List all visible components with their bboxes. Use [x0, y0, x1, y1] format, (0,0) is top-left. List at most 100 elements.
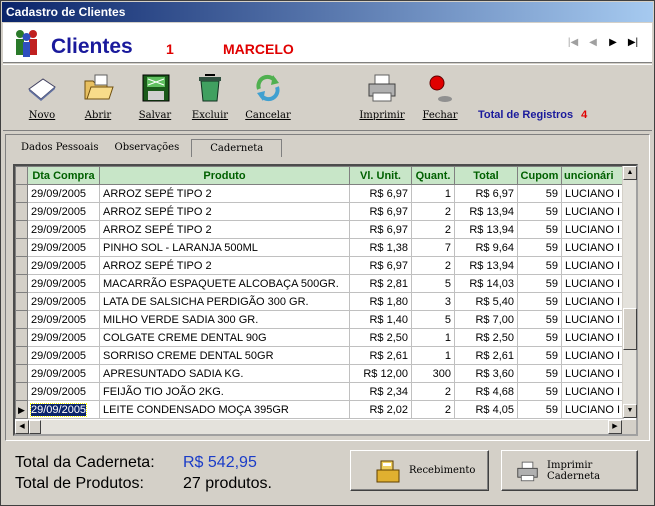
grid-cell[interactable]: LUCIANO I [560, 310, 625, 329]
grid-cell[interactable]: 29/09/2005 [27, 400, 100, 419]
grid-cell[interactable]: 29/09/2005 [27, 184, 100, 203]
row-indicator[interactable] [15, 292, 28, 311]
grid-cell[interactable]: 1 [411, 346, 455, 365]
table-row[interactable]: 29/09/2005 ARROZ SEPÉ TIPO 2 R$ 6,97 2 R$ 13… [15, 256, 625, 275]
grid-cell[interactable]: R$ 2,34 [349, 382, 412, 401]
grid-cell[interactable]: 59 [517, 274, 562, 293]
grid-cell[interactable]: R$ 3,60 [454, 364, 518, 383]
print-button[interactable]: Imprimir [359, 71, 405, 129]
scroll-up-arrow-icon[interactable]: ▲ [623, 166, 637, 180]
row-indicator[interactable] [15, 184, 28, 203]
grid-cell[interactable]: R$ 6,97 [454, 184, 518, 203]
column-header[interactable]: Cupom [517, 166, 562, 185]
table-row[interactable]: 29/09/2005 SORRISO CREME DENTAL 50GR R$ 2,… [15, 346, 625, 365]
grid-cell[interactable]: R$ 1,38 [349, 238, 412, 257]
grid-cell[interactable]: 59 [517, 382, 562, 401]
grid-cell[interactable]: APRESUNTADO SADIA KG. [99, 364, 350, 383]
grid-cell[interactable]: 29/09/2005 [27, 238, 100, 257]
grid-cell[interactable]: 3 [411, 292, 455, 311]
grid-cell[interactable]: 59 [517, 310, 562, 329]
grid-cell[interactable]: 2 [411, 256, 455, 275]
grid-cell[interactable]: R$ 4,05 [454, 400, 518, 419]
grid-cell[interactable]: R$ 13,94 [454, 256, 518, 275]
grid-cell[interactable]: LUCIANO I [560, 220, 625, 239]
grid-cell[interactable]: R$ 6,97 [349, 184, 412, 203]
vertical-scroll-thumb[interactable] [623, 308, 637, 350]
grid-cell[interactable]: LUCIANO I [560, 256, 625, 275]
grid-cell[interactable]: R$ 6,97 [349, 256, 412, 275]
table-row[interactable]: 29/09/2005 ARROZ SEPÉ TIPO 2 R$ 6,97 2 R$ 13… [15, 220, 625, 239]
table-row[interactable]: 29/09/2005 PINHO SOL - LARANJA 500ML R$ 1,… [15, 238, 625, 257]
row-indicator[interactable] [15, 238, 28, 257]
grid-cell[interactable]: FEIJÃO TIO JOÃO 2KG. [99, 382, 350, 401]
grid-cell[interactable]: R$ 13,94 [454, 220, 518, 239]
save-button[interactable]: Salvar [132, 71, 178, 129]
next-record-button[interactable]: ▶ [603, 34, 623, 52]
grid-cell[interactable]: R$ 1,80 [349, 292, 412, 311]
grid-cell[interactable]: ARROZ SEPÉ TIPO 2 [99, 220, 350, 239]
grid-cell[interactable]: 2 [411, 382, 455, 401]
grid-cell[interactable]: 29/09/2005 [27, 364, 100, 383]
grid-cell[interactable]: R$ 2,02 [349, 400, 412, 419]
row-indicator[interactable] [15, 382, 28, 401]
horizontal-scroll-thumb[interactable] [29, 420, 41, 434]
grid-cell[interactable]: LUCIANO I [560, 382, 625, 401]
grid-cell[interactable]: LUCIANO I [560, 292, 625, 311]
grid-cell[interactable]: 59 [517, 202, 562, 221]
grid-cell[interactable]: LUCIANO I [560, 202, 625, 221]
grid-cell[interactable]: 1 [411, 328, 455, 347]
grid-cell[interactable]: ARROZ SEPÉ TIPO 2 [99, 184, 350, 203]
previous-record-button[interactable]: ◀ [583, 34, 603, 52]
table-row[interactable]: 29/09/2005 MILHO VERDE SADIA 300 GR. R$ 1,… [15, 310, 625, 329]
grid-cell[interactable]: LUCIANO I [560, 400, 625, 419]
column-header[interactable]: Dta Compra [27, 166, 100, 185]
grid-cell[interactable]: 59 [517, 292, 562, 311]
first-record-button[interactable]: |◀ [563, 34, 583, 52]
grid-cell[interactable]: R$ 12,00 [349, 364, 412, 383]
grid-cell[interactable]: R$ 4,68 [454, 382, 518, 401]
grid-cell[interactable]: LUCIANO I [560, 346, 625, 365]
grid-cell[interactable]: R$ 2,61 [349, 346, 412, 365]
grid-cell[interactable]: 29/09/2005 [27, 220, 100, 239]
row-indicator[interactable] [15, 256, 28, 275]
tab-caderneta[interactable]: Caderneta [191, 139, 283, 157]
grid-cell[interactable]: 5 [411, 310, 455, 329]
grid-cell[interactable]: 2 [411, 220, 455, 239]
grid-cell[interactable]: 59 [517, 328, 562, 347]
caderneta-grid[interactable]: Dta Compra Produto Vl. Unit. Quant. Tota… [13, 164, 638, 436]
row-indicator[interactable] [15, 202, 28, 221]
grid-cell[interactable]: 29/09/2005 [27, 292, 100, 311]
grid-cell[interactable]: SORRISO CREME DENTAL 50GR [99, 346, 350, 365]
grid-cell[interactable]: MACARRÃO ESPAQUETE ALCOBAÇA 500GR. [99, 274, 350, 293]
grid-cell[interactable]: 59 [517, 364, 562, 383]
grid-cell[interactable]: R$ 2,50 [454, 328, 518, 347]
table-row[interactable]: 29/09/2005 ARROZ SEPÉ TIPO 2 R$ 6,97 1 R$ 6,… [15, 184, 625, 203]
grid-cell[interactable]: ARROZ SEPÉ TIPO 2 [99, 202, 350, 221]
grid-cell[interactable]: 59 [517, 256, 562, 275]
grid-cell[interactable]: ARROZ SEPÉ TIPO 2 [99, 256, 350, 275]
grid-cell[interactable]: LEITE CONDENSADO MOÇA 395GR [99, 400, 350, 419]
new-button[interactable]: Novo [19, 71, 65, 129]
column-header[interactable]: Vl. Unit. [349, 166, 412, 185]
grid-cell[interactable]: 59 [517, 184, 562, 203]
column-header[interactable]: uncionári [560, 166, 625, 185]
grid-cell[interactable]: LUCIANO I [560, 274, 625, 293]
grid-cell[interactable]: 29/09/2005 [27, 274, 100, 293]
scroll-down-arrow-icon[interactable]: ▼ [623, 404, 637, 418]
row-indicator[interactable] [15, 274, 28, 293]
last-record-button[interactable]: ▶| [623, 34, 643, 52]
grid-cell[interactable]: R$ 1,40 [349, 310, 412, 329]
table-row[interactable]: ▶ 29/09/2005 LEITE CONDENSADO MOÇA 395GR R$… [15, 400, 625, 419]
row-indicator[interactable] [15, 364, 28, 383]
grid-cell[interactable]: 1 [411, 184, 455, 203]
tab-dados-pessoais[interactable]: Dados Pessoais [13, 139, 107, 157]
receive-button[interactable]: Recebimento [350, 450, 489, 491]
delete-button[interactable]: Excluir [187, 71, 233, 129]
table-row[interactable]: 29/09/2005 APRESUNTADO SADIA KG. R$ 12,00 3… [15, 364, 625, 383]
row-indicator[interactable] [15, 310, 28, 329]
grid-cell[interactable]: 29/09/2005 [27, 382, 100, 401]
table-row[interactable]: 29/09/2005 LATA DE SALSICHA PERDIGÃO 300 … [15, 292, 625, 311]
grid-cell[interactable]: 29/09/2005 [27, 328, 100, 347]
horizontal-scrollbar[interactable]: ◀ ▶ [15, 420, 622, 434]
grid-cell[interactable]: MILHO VERDE SADIA 300 GR. [99, 310, 350, 329]
